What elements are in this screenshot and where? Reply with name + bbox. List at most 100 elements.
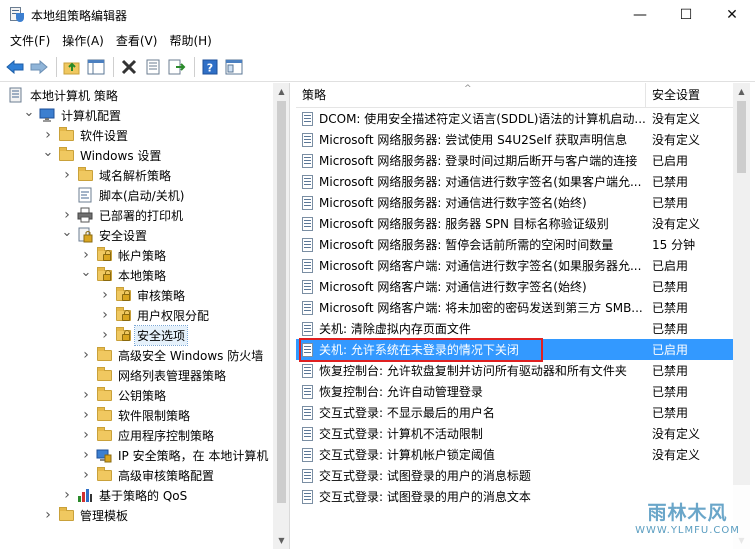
list-scroll-thumb[interactable] [737,101,746,173]
lock-folder-icon [115,287,131,303]
table-row[interactable]: Microsoft 网络服务器: 对通信进行数字签名(始终) 已禁用 [296,192,733,213]
tree-item[interactable]: 本地计算机 策略 [0,85,274,105]
show-view-button[interactable] [223,56,245,78]
tree-item[interactable]: 脚本(启动/关机) [0,185,274,205]
chevron-right-icon[interactable]: › [42,127,54,143]
chevron-right-icon[interactable]: › [42,507,54,523]
table-row[interactable]: Microsoft 网络服务器: 服务器 SPN 目标名称验证级别 没有定义 [296,213,733,234]
tree-item[interactable]: › 基于策略的 QoS [0,485,274,505]
table-row[interactable]: Microsoft 网络服务器: 登录时间过期后断开与客户端的连接 已启用 [296,150,733,171]
column-header-security-setting[interactable]: 安全设置 [646,83,733,108]
table-row[interactable]: Microsoft 网络服务器: 尝试使用 S4U2Self 获取声明信息 没有定… [296,129,733,150]
table-row[interactable]: 交互式登录: 试图登录的用户的消息标题 [296,465,733,486]
table-row[interactable]: DCOM: 使用安全描述符定义语言(SDDL)语法的计算机启动... 没有定义 [296,108,733,129]
table-row[interactable]: 恢复控制台: 允许软盘复制并访问所有驱动器和所有文件夹 已禁用 [296,360,733,381]
table-row[interactable]: 交互式登录: 计算机不活动限制 没有定义 [296,423,733,444]
minimize-icon: — [633,7,647,23]
chevron-right-icon[interactable]: › [80,247,92,263]
tree-item[interactable]: › 软件限制策略 [0,405,274,425]
menu-help[interactable]: 帮助(H) [163,30,217,52]
tree-item[interactable]: › 应用程序控制策略 [0,425,274,445]
policy-setting-icon [300,174,316,190]
chevron-right-icon[interactable]: › [80,447,92,463]
tree-item[interactable]: › 审核策略 [0,285,274,305]
list-vertical-scrollbar[interactable]: ▲ ▼ [733,83,750,549]
tree-vertical-scrollbar[interactable]: ▲ ▼ [273,83,289,549]
export-list-button[interactable] [166,56,188,78]
chevron-right-icon[interactable]: › [80,407,92,423]
chevron-right-icon[interactable]: › [61,167,73,183]
sort-ascending-icon: ^ [464,84,472,94]
chevron-down-icon[interactable]: ⌄ [42,145,54,160]
chevron-right-icon[interactable]: › [99,287,111,303]
chevron-right-icon[interactable]: › [99,327,111,343]
menu-action[interactable]: 操作(A) [56,30,110,52]
console-tree-pane[interactable]: ▲ ▼ 本地计算机 策略 ⌄ 计算机配置 › 软件设置 ⌄ Windows 设置 › 域名解析策… [0,83,290,549]
table-row[interactable]: 关机: 清除虚拟内存页面文件 已禁用 [296,318,733,339]
maximize-button[interactable]: ☐ [663,0,709,30]
scroll-down-arrow-icon[interactable]: ▼ [273,532,289,549]
security-setting-cell: 已禁用 [652,364,689,378]
help-button[interactable]: ? [199,56,221,78]
chevron-down-icon[interactable]: ⌄ [23,105,35,120]
chevron-right-icon[interactable]: › [80,347,92,363]
chevron-right-icon[interactable]: › [80,467,92,483]
tree-item[interactable]: › 管理模板 [0,505,274,525]
scroll-up-arrow-icon[interactable]: ▲ [733,83,750,100]
table-row[interactable]: 恢复控制台: 允许自动管理登录 已禁用 [296,381,733,402]
tree-item[interactable]: › 高级安全 Windows 防火墙 [0,345,274,365]
policy-list-pane[interactable]: 策略 ^ 安全设置 ▲ ▼ DCOM: 使用安全描述符定义语言(SDDL)语法的… [296,83,755,549]
chevron-down-icon[interactable]: ⌄ [80,265,92,280]
window-title: 本地组策略编辑器 [31,8,128,23]
scroll-up-arrow-icon[interactable]: ▲ [273,83,289,100]
tree-item[interactable]: › 安全选项 [0,324,274,346]
chevron-down-icon[interactable]: ⌄ [61,225,73,240]
delete-button[interactable] [118,56,140,78]
chevron-right-icon[interactable]: › [80,387,92,403]
tree-item[interactable]: › 公钥策略 [0,385,274,405]
tree-item[interactable]: › 高级审核策略配置 [0,465,274,485]
tree-item[interactable]: › 软件设置 [0,125,274,145]
tree-item[interactable]: ⌄ 本地策略 [0,265,274,285]
tree-item[interactable]: 网络列表管理器策略 [0,365,274,385]
tree-item[interactable]: › 已部署的打印机 [0,205,274,225]
column-header-policy[interactable]: 策略 ^ [296,83,646,108]
table-row[interactable]: 关机: 允许系统在未登录的情况下关闭 已启用 [296,339,733,360]
table-row[interactable]: 交互式登录: 计算机帐户锁定阈值 没有定义 [296,444,733,465]
forward-button[interactable] [28,56,50,78]
policy-setting-icon [300,321,316,337]
tree-item[interactable]: ⌄ Windows 设置 [0,145,274,165]
minimize-button[interactable]: — [617,0,663,30]
tree-item[interactable]: ⌄ 安全设置 [0,225,274,245]
toolbar-separator [113,56,114,77]
tree-item[interactable]: › 用户权限分配 [0,305,274,325]
security-setting-cell: 已启用 [652,259,689,273]
table-row[interactable]: Microsoft 网络服务器: 对通信进行数字签名(如果客户端允... 已禁用 [296,171,733,192]
tree-item[interactable]: ⌄ 计算机配置 [0,105,274,125]
tree-scroll-thumb[interactable] [277,101,286,503]
back-button[interactable] [4,56,26,78]
table-row[interactable]: Microsoft 网络客户端: 将未加密的密码发送到第三方 SMB... 已禁用 [296,297,733,318]
tree-item[interactable]: › 域名解析策略 [0,165,274,185]
table-row[interactable]: Microsoft 网络客户端: 对通信进行数字签名(始终) 已禁用 [296,276,733,297]
chevron-right-icon[interactable]: › [80,427,92,443]
policy-setting-icon [300,153,316,169]
tree-item[interactable]: › IP 安全策略，在 本地计算机 [0,445,274,465]
close-button[interactable]: ✕ [709,0,755,30]
chevron-right-icon[interactable]: › [61,487,73,503]
policy-name-cell: 交互式登录: 计算机不活动限制 [319,427,483,441]
menu-file[interactable]: 文件(F) [4,30,56,52]
chevron-right-icon[interactable]: › [99,307,111,323]
menu-view[interactable]: 查看(V) [110,30,164,52]
table-row[interactable]: Microsoft 网络服务器: 暂停会话前所需的空闲时间数量 15 分钟 [296,234,733,255]
security-setting-cell: 已禁用 [652,385,689,399]
security-setting-cell: 已启用 [652,154,689,168]
up-one-level-button[interactable] [61,56,83,78]
properties-button[interactable] [142,56,164,78]
policy-setting-icon [300,216,316,232]
table-row[interactable]: Microsoft 网络客户端: 对通信进行数字签名(如果服务器允... 已启用 [296,255,733,276]
table-row[interactable]: 交互式登录: 不显示最后的用户名 已禁用 [296,402,733,423]
chevron-right-icon[interactable]: › [61,207,73,223]
tree-item[interactable]: › 帐户策略 [0,245,274,265]
show-hide-tree-button[interactable] [85,56,107,78]
